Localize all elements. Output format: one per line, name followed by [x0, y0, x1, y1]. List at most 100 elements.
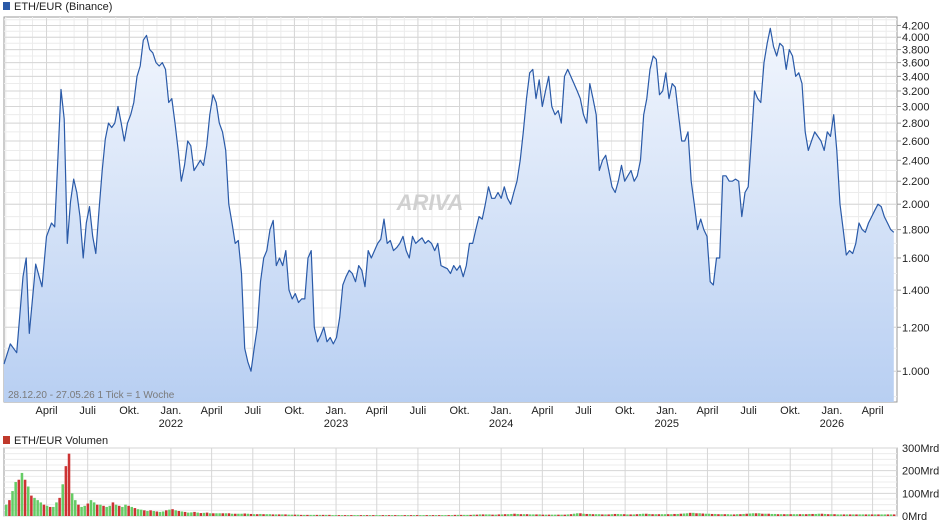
volume-bar: [431, 515, 435, 516]
volume-bar: [199, 513, 203, 516]
volume-bar: [632, 514, 635, 516]
volume-bar: [575, 513, 579, 516]
volume-bar: [161, 511, 165, 516]
volume-bar: [692, 512, 695, 516]
volume-bar: [820, 513, 824, 516]
volume-bar: [870, 514, 874, 516]
volume-bar: [679, 513, 683, 516]
volume-bar: [281, 514, 284, 516]
volume-bar: [306, 514, 309, 516]
volume-bar: [547, 514, 551, 516]
volume-bar: [663, 514, 667, 516]
price-x-tick-label: Okt.: [615, 405, 635, 417]
volume-bar: [877, 514, 880, 516]
price-x-axis: April Juli Okt. Jan.2022April Juli Okt. Jan.20…: [36, 405, 884, 430]
volume-bar: [563, 514, 566, 516]
volume-bar: [409, 515, 413, 516]
volume-bar: [751, 513, 755, 516]
volume-bar: [500, 514, 504, 516]
volume-bar: [146, 511, 149, 516]
volume-bar: [858, 514, 861, 516]
volume-bar: [786, 514, 789, 516]
volume-bar: [362, 515, 366, 516]
volume-bar: [541, 514, 545, 516]
price-x-tick-label: Jan.: [491, 405, 512, 417]
volume-bar: [309, 514, 312, 516]
volume-bar: [789, 514, 792, 516]
price-y-tick-label: 2.800: [902, 118, 930, 130]
volume-bar: [594, 514, 598, 516]
volume-bar: [729, 514, 733, 516]
volume-bar: [757, 513, 761, 516]
price-y-tick-label: 1.400: [902, 285, 930, 297]
volume-y-tick-label: 200Mrd: [902, 466, 939, 478]
volume-bar: [736, 514, 739, 516]
volume-bar: [444, 515, 447, 516]
price-y-tick-label: 3.000: [902, 102, 930, 114]
volume-bar: [833, 514, 836, 516]
price-x-tick-label: Juli: [245, 405, 262, 417]
volume-bar: [86, 503, 90, 516]
volume-bar: [481, 514, 485, 516]
volume-bar: [466, 514, 469, 516]
volume-bar: [274, 514, 278, 516]
volume-bar: [152, 511, 155, 516]
volume-bar: [353, 515, 356, 516]
volume-bar: [39, 502, 43, 516]
volume-bar: [403, 515, 406, 516]
price-y-tick-label: 2.200: [902, 176, 930, 188]
price-volume-chart: ETH/EUR (Binance) ARIVA 28.12.20 - 27.05…: [3, 1, 939, 523]
volume-bar: [124, 504, 127, 516]
volume-bar: [801, 514, 805, 516]
volume-bar: [212, 513, 215, 516]
volume-bar: [792, 514, 796, 516]
volume-bar: [660, 514, 664, 516]
volume-bar: [227, 513, 231, 516]
volume-bar: [607, 514, 610, 516]
volume-bar: [538, 514, 541, 516]
volume-bar: [707, 513, 711, 516]
volume-bar: [394, 515, 397, 516]
volume-bar: [610, 514, 614, 516]
volume-bar: [848, 514, 852, 516]
price-legend-label: ETH/EUR (Binance): [14, 1, 112, 13]
volume-bar: [337, 515, 341, 516]
volume-bar: [89, 500, 93, 516]
volume-bar: [516, 513, 519, 516]
volume-bar: [525, 514, 529, 516]
volume-bar: [296, 514, 300, 516]
price-x-year-label: 2026: [820, 418, 844, 430]
volume-bar: [224, 513, 228, 516]
price-y-tick-label: 3.800: [902, 45, 930, 57]
volume-bar: [823, 513, 827, 516]
volume-bar: [92, 502, 96, 516]
volume-y-tick-label: 300Mrd: [902, 443, 939, 455]
volume-bar: [638, 513, 642, 516]
volume-bar: [381, 515, 385, 516]
price-y-tick-label: 3.400: [902, 71, 930, 83]
volume-bar: [494, 514, 497, 516]
volume-bar: [883, 514, 886, 516]
volume-bar: [387, 515, 391, 516]
volume-bar: [478, 514, 482, 516]
price-x-tick-label: Juli: [575, 405, 592, 417]
price-y-tick-label: 4.000: [902, 32, 930, 44]
volume-bar: [626, 514, 629, 516]
volume-bar: [513, 513, 516, 516]
volume-bar: [845, 514, 849, 516]
volume-bar: [582, 513, 585, 516]
volume-bar: [748, 513, 752, 516]
volume-bar: [811, 513, 814, 516]
price-x-tick-label: April: [531, 405, 553, 417]
volume-bar: [303, 514, 306, 516]
volume-bar: [108, 505, 112, 516]
volume-bar: [105, 506, 108, 516]
volume-bar: [284, 514, 287, 516]
volume-bar: [886, 514, 890, 516]
volume-bar: [8, 500, 11, 516]
volume-bar: [428, 515, 432, 516]
volume-bar: [262, 514, 265, 516]
volume-bar: [732, 514, 736, 516]
volume-bar: [359, 515, 363, 516]
volume-bar: [205, 512, 209, 516]
